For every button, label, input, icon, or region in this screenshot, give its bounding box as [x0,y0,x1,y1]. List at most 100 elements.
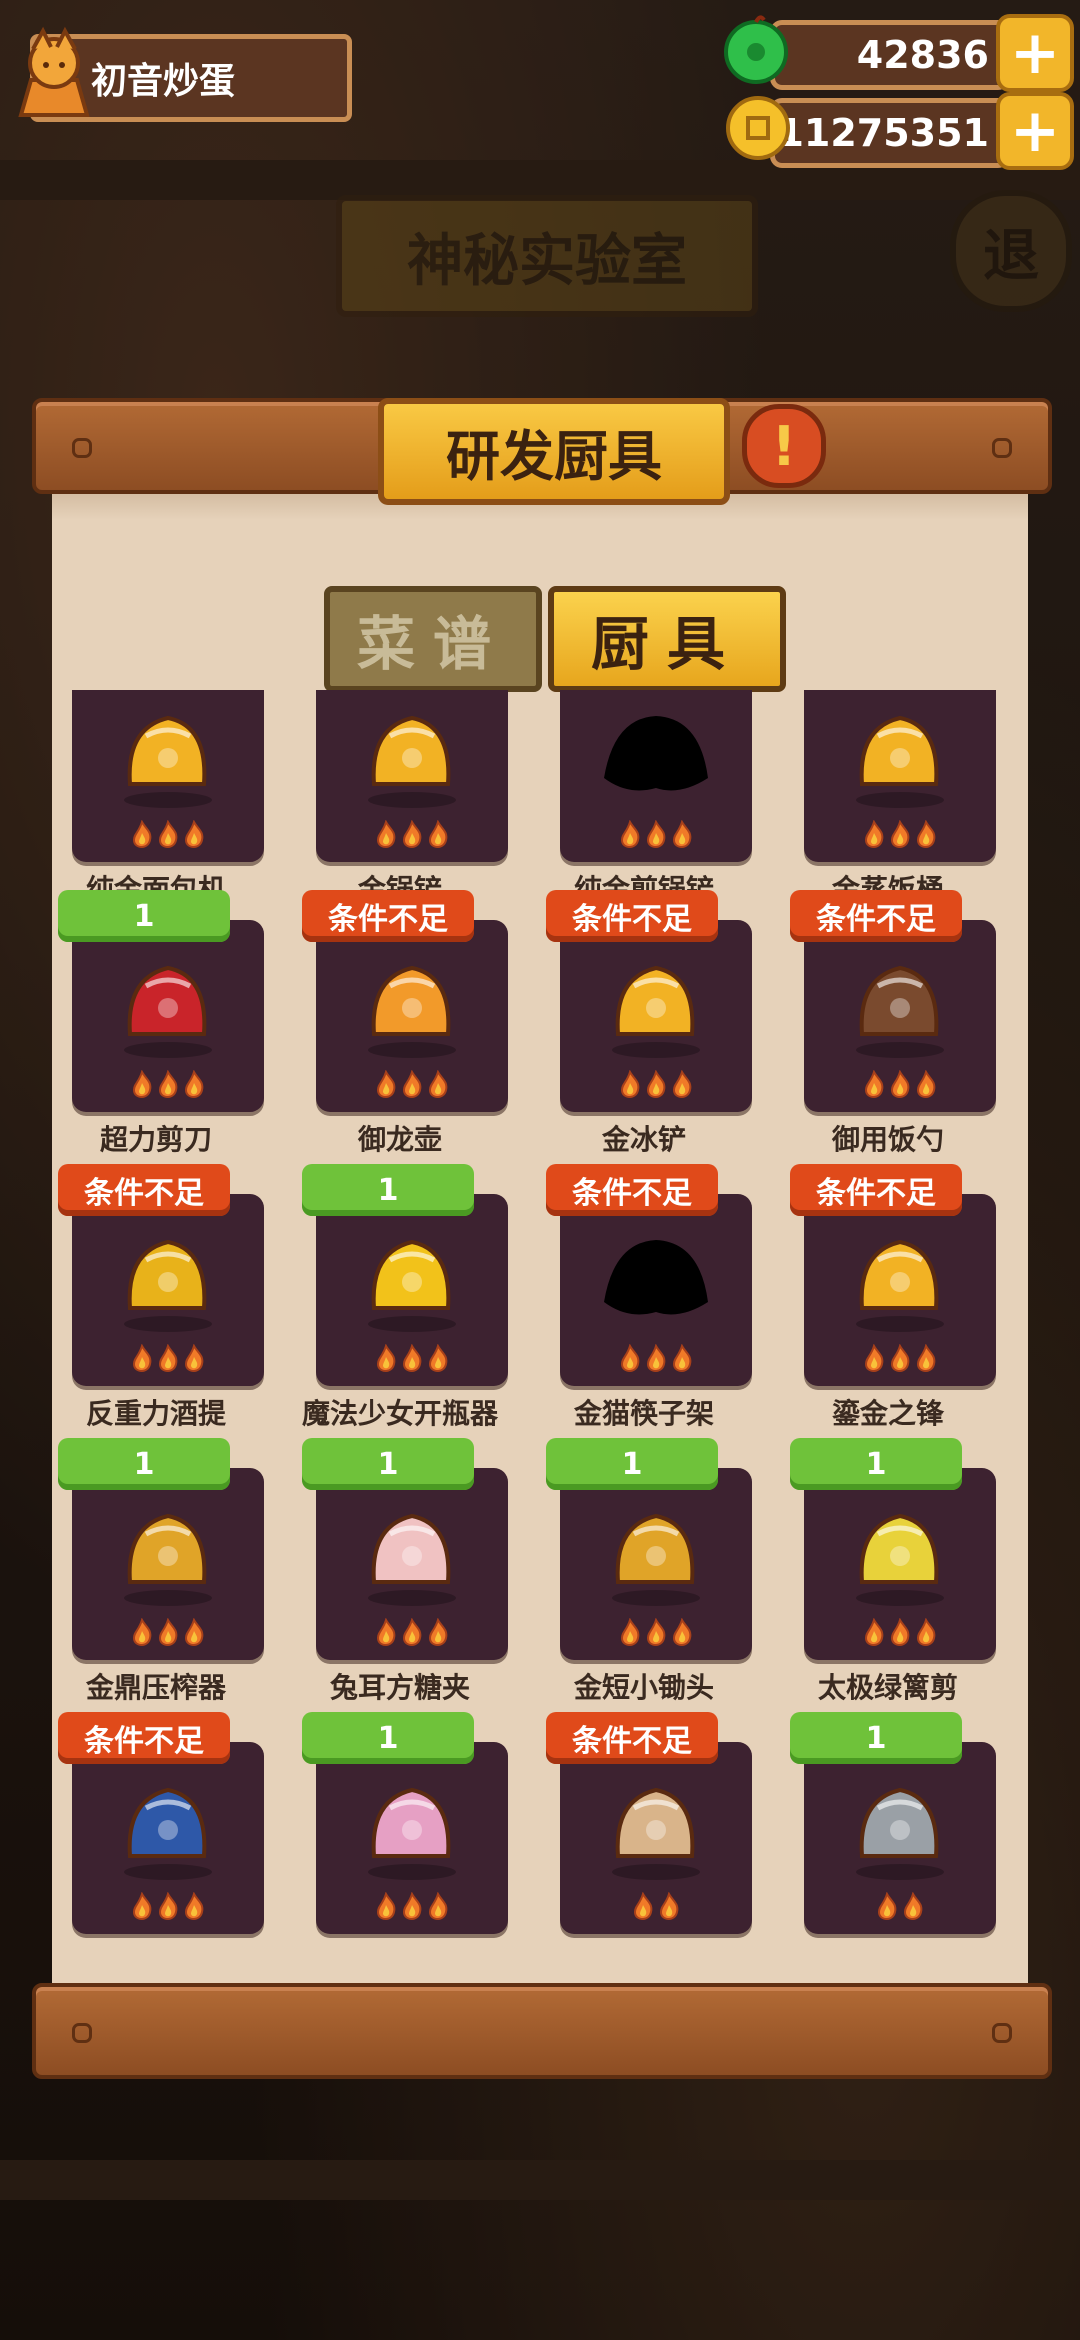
item-name: 御龙壶 [357,1123,442,1156]
flame-icon [617,820,643,852]
flame-icon [425,1618,451,1650]
item-card[interactable] [316,1194,508,1386]
item-card[interactable] [804,1468,996,1660]
kitchenware-item[interactable]: 条件不足御龙壶 [302,890,508,1156]
item-card[interactable] [560,1194,752,1386]
item-card[interactable] [72,1194,264,1386]
flame-icon [617,1618,643,1650]
kitchenware-item[interactable]: 条件不足 [58,1712,264,1962]
jade-amount: 42836 [856,33,989,77]
flame-icon [425,1892,451,1924]
kitchenware-item[interactable]: 1 金鼎压榨器 [58,1438,264,1704]
coin-amount: 11275351 [777,111,989,155]
flame-icon [373,1892,399,1924]
nail-decoration [72,438,92,458]
item-card[interactable] [804,1742,996,1934]
insufficient-badge: 条件不足 [302,890,474,942]
coin-counter: 11275351 [770,98,1010,168]
item-name: 金冰铲 [601,1123,686,1156]
player-name-plate[interactable]: 初音炒蛋 [18,26,352,122]
flame-icon [643,1344,669,1376]
gilded-blade-icon [828,1212,972,1336]
count-badge: 1 [58,1438,230,1490]
kitchenware-item[interactable]: 1 太极绿篱剪 [790,1438,996,1704]
item-card[interactable] [560,920,752,1112]
flame-icon [155,1618,181,1650]
flame-icon [129,1892,155,1924]
flame-icon [373,820,399,852]
count-badge: 1 [302,1712,474,1764]
flame-icon [181,1892,207,1924]
golden-bread-machine-icon [96,690,240,812]
flame-icon [669,1070,695,1102]
flame-rating [316,1892,508,1924]
kitchenware-item[interactable]: 1 [302,1712,508,1962]
flame-icon [373,1618,399,1650]
insufficient-badge: 条件不足 [790,890,962,942]
item-card[interactable] [316,920,508,1112]
add-jade-button[interactable]: + [996,14,1074,92]
item-card[interactable] [804,920,996,1112]
kitchenware-item[interactable]: 1 金短小锄头 [546,1438,752,1704]
metal-spatula-icon [828,1760,972,1884]
item-card[interactable] [316,1468,508,1660]
kitchenware-item[interactable]: 纯金煎锅铲 [546,690,752,906]
flame-icon [887,1618,913,1650]
flame-rating [560,1618,752,1650]
item-card[interactable] [316,1742,508,1934]
tab-recipes[interactable]: 菜谱 [324,586,542,692]
kitchenware-item[interactable]: 金蒸饭桶 [790,690,996,906]
item-card[interactable] [72,1742,264,1934]
nail-decoration [992,2023,1012,2043]
item-name: 金鼎压榨器 [85,1671,226,1704]
item-card[interactable] [804,690,996,862]
kitchenware-item[interactable]: 条件不足 金猫筷子架 [546,1164,752,1430]
item-card[interactable] [560,1468,752,1660]
item-card[interactable] [560,690,752,862]
item-card[interactable] [72,690,264,862]
flame-icon [155,820,181,852]
flame-rating [316,820,508,852]
flame-icon [181,820,207,852]
add-coin-button[interactable]: + [996,92,1074,170]
item-card[interactable] [804,1194,996,1386]
kitchenware-item[interactable]: 金锅铲 [302,690,508,906]
info-button[interactable]: ! [742,404,826,488]
item-name: 鎏金之锋 [831,1397,944,1430]
kitchenware-item[interactable]: 条件不足 [546,1712,752,1962]
flame-icon [669,1618,695,1650]
tab-kitchenware[interactable]: 厨具 [548,586,786,692]
flame-icon [643,820,669,852]
flame-rating [804,820,996,852]
kitchenware-item[interactable]: 1 [790,1712,996,1962]
golden-spatula-icon [340,690,484,812]
nail-decoration [72,2023,92,2043]
kitchenware-item[interactable]: 1 兔耳方糖夹 [302,1438,508,1704]
kitchenware-item[interactable]: 条件不足 金冰铲 [546,890,752,1156]
golden-rice-steamer-icon [828,690,972,812]
insufficient-badge: 条件不足 [546,1712,718,1764]
flame-icon [181,1618,207,1650]
item-name: 太极绿篱剪 [817,1671,958,1704]
flame-icon [425,1070,451,1102]
item-card[interactable] [316,690,508,862]
flame-rating [804,1618,996,1650]
item-card[interactable] [72,920,264,1112]
kitchenware-grid[interactable]: 纯金面包机金锅铲纯金煎锅铲金蒸饭桶1超力剪刀条件不足御龙壶条件不足金冰铲条件不足… [52,690,1028,1980]
flame-icon [887,820,913,852]
kitchenware-item[interactable]: 条件不足 反重力酒提 [58,1164,264,1430]
kitchenware-item[interactable]: 1 超力剪刀 [58,890,264,1156]
item-card[interactable] [72,1468,264,1660]
locked-silhouette-icon [584,1212,728,1336]
flame-icon [617,1070,643,1102]
kitchenware-item[interactable]: 条件不足 鎏金之锋 [790,1164,996,1430]
kitchenware-item[interactable]: 纯金面包机 [58,690,264,906]
kitchenware-item[interactable]: 条件不足 御用饭勺 [790,890,996,1156]
nail-decoration [992,438,1012,458]
count-badge: 1 [58,890,230,942]
toaster-icon [584,1760,728,1884]
kitchenware-item[interactable]: 1 魔法少女开瓶器 [302,1164,508,1430]
pepper-shaker-icon [96,1760,240,1884]
item-card[interactable] [560,1742,752,1934]
flame-icon [373,1070,399,1102]
